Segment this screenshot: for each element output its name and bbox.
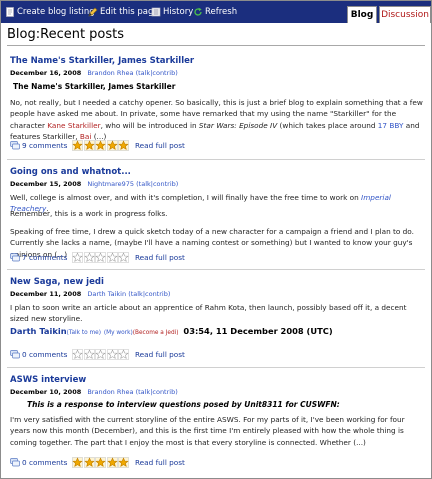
star-icon[interactable]: [107, 456, 118, 468]
comment-icon: [10, 252, 20, 261]
post-subheading: This is a response to interview question…: [27, 400, 340, 409]
star-icon[interactable]: [95, 348, 107, 360]
comments-link[interactable]: 0 comments: [22, 350, 67, 359]
star-icon[interactable]: [118, 251, 130, 263]
comments-link[interactable]: 9 comments: [22, 141, 67, 150]
comment-icon: [10, 140, 20, 149]
post-title-link[interactable]: Going ons and whatnot...: [10, 167, 131, 177]
tab-discussion[interactable]: Discussion: [379, 6, 431, 23]
17-bby-link[interactable]: 17 BBY: [378, 121, 404, 130]
excerpt-italic: Star Wars: Episode IV: [198, 120, 278, 130]
star-rating[interactable]: [72, 251, 130, 263]
post-excerpt: Remember, this is a work in progress fol…: [10, 209, 168, 218]
post-title-link[interactable]: New Saga, new jedi: [10, 277, 104, 287]
star-icon[interactable]: [107, 139, 118, 151]
post-meta: December 10, 2008 Brandon Rhea (talk|con…: [10, 388, 178, 396]
comment-icon: [10, 457, 20, 466]
star-icon[interactable]: [84, 348, 95, 360]
post-date: December 15, 2008: [10, 180, 82, 188]
star-icon[interactable]: [118, 348, 130, 360]
document-icon: [6, 7, 14, 17]
history-label: History: [163, 7, 194, 17]
blog-page: Create blog listing Edit this page Histo…: [0, 0, 432, 479]
post-meta: December 11, 2008 Darth Taikin (talk|con…: [10, 290, 170, 298]
comments-link[interactable]: 7 comments: [22, 253, 67, 262]
star-icon[interactable]: [95, 251, 107, 263]
edit-page-link[interactable]: Edit this page: [88, 6, 159, 18]
history-link[interactable]: History: [151, 6, 193, 18]
post-author-link[interactable]: Nightmare975: [87, 180, 134, 188]
refresh-label: Refresh: [205, 7, 238, 17]
post-meta: December 16, 2008 Brandon Rhea (talk|con…: [10, 69, 178, 77]
post-footer: 0 comments Read full post: [10, 348, 185, 360]
star-icon[interactable]: [118, 456, 130, 468]
excerpt-text: (which takes place around: [277, 120, 378, 130]
post-footer: 9 comments Read full post: [10, 139, 185, 151]
star-icon[interactable]: [72, 139, 84, 151]
comments-link[interactable]: 0 comments: [22, 458, 67, 467]
post-footer: 0 comments Read full post: [10, 456, 185, 468]
refresh-icon: [194, 7, 202, 16]
star-icon[interactable]: [107, 348, 118, 360]
star-icon[interactable]: [84, 139, 95, 151]
star-icon[interactable]: [95, 456, 107, 468]
talk-contrib-link[interactable]: (talk|contrib): [128, 290, 170, 298]
talk-contrib-link[interactable]: (talk|contrib): [136, 388, 178, 396]
star-icon[interactable]: [95, 139, 107, 151]
star-rating[interactable]: [72, 348, 130, 360]
excerpt-text: Well, college is almost over, and with i…: [10, 193, 362, 202]
star-rating[interactable]: [72, 139, 130, 151]
toolbar: Create blog listing Edit this page Histo…: [1, 1, 431, 23]
post-subheading: The Name's Starkiller, James Starkiller: [13, 82, 176, 91]
comment-icon: [10, 349, 20, 358]
tab-blog[interactable]: Blog: [347, 6, 377, 23]
star-icon[interactable]: [84, 456, 95, 468]
become-a-jedi-link[interactable]: (Become a Jedi): [133, 330, 179, 336]
post-divider: [7, 367, 425, 368]
post-author-link[interactable]: Brandon Rhea: [87, 388, 133, 396]
signature-name-link[interactable]: Darth Taikin: [10, 326, 67, 336]
star-icon[interactable]: [118, 139, 130, 151]
post-date: December 10, 2008: [10, 388, 82, 396]
post-title-link[interactable]: The Name's Starkiller, James Starkiller: [10, 56, 194, 66]
talk-contrib-link[interactable]: (talk|contrib): [136, 180, 178, 188]
create-blog-listing-label: Create blog listing: [17, 7, 95, 17]
post-title-link[interactable]: ASWS interview: [10, 375, 86, 385]
post-date: December 16, 2008: [10, 69, 82, 77]
post-divider: [7, 269, 425, 270]
post-excerpt: I'm very satisfied with the current stor…: [10, 415, 405, 447]
signature: Darth Taikin(Talk to me) (My work)(Becom…: [10, 326, 333, 336]
star-icon[interactable]: [72, 251, 84, 263]
kane-starkiller-link[interactable]: Kane Starkiller: [47, 121, 100, 130]
post-author-link[interactable]: Darth Taikin: [87, 290, 126, 298]
talk-to-me-link[interactable]: (Talk to me): [67, 330, 101, 336]
post-footer: 7 comments Read full post: [10, 251, 185, 263]
pencil-icon: [88, 7, 98, 17]
refresh-link[interactable]: Refresh: [193, 6, 237, 18]
read-full-post-link[interactable]: Read full post: [135, 350, 185, 359]
post-excerpt: No, not really, but I needed a catchy op…: [10, 97, 424, 142]
edit-page-label: Edit this page: [100, 7, 159, 17]
star-icon[interactable]: [72, 456, 84, 468]
star-icon[interactable]: [72, 348, 84, 360]
history-icon: [151, 7, 161, 17]
talk-contrib-link[interactable]: (talk|contrib): [136, 69, 178, 77]
signature-timestamp: 03:54, 11 December 2008 (UTC): [183, 326, 333, 336]
read-full-post-link[interactable]: Read full post: [135, 141, 185, 150]
star-icon[interactable]: [84, 251, 95, 263]
post-excerpt: I plan to soon write an article about an…: [10, 303, 407, 324]
star-rating[interactable]: [72, 456, 130, 468]
my-work-link[interactable]: (My work): [104, 330, 133, 336]
post-meta: December 15, 2008 Nightmare975 (talk|con…: [10, 180, 178, 188]
star-icon[interactable]: [107, 251, 118, 263]
post-divider: [7, 159, 425, 160]
post-date: December 11, 2008: [10, 290, 82, 298]
excerpt-text: , who will be introduced in: [100, 120, 199, 130]
page-title: Blog:Recent posts: [7, 27, 125, 42]
post-author-link[interactable]: Brandon Rhea: [87, 69, 133, 77]
create-blog-listing-link[interactable]: Create blog listing: [5, 6, 95, 18]
title-divider: [7, 45, 425, 46]
read-full-post-link[interactable]: Read full post: [135, 458, 185, 467]
read-full-post-link[interactable]: Read full post: [135, 253, 185, 262]
